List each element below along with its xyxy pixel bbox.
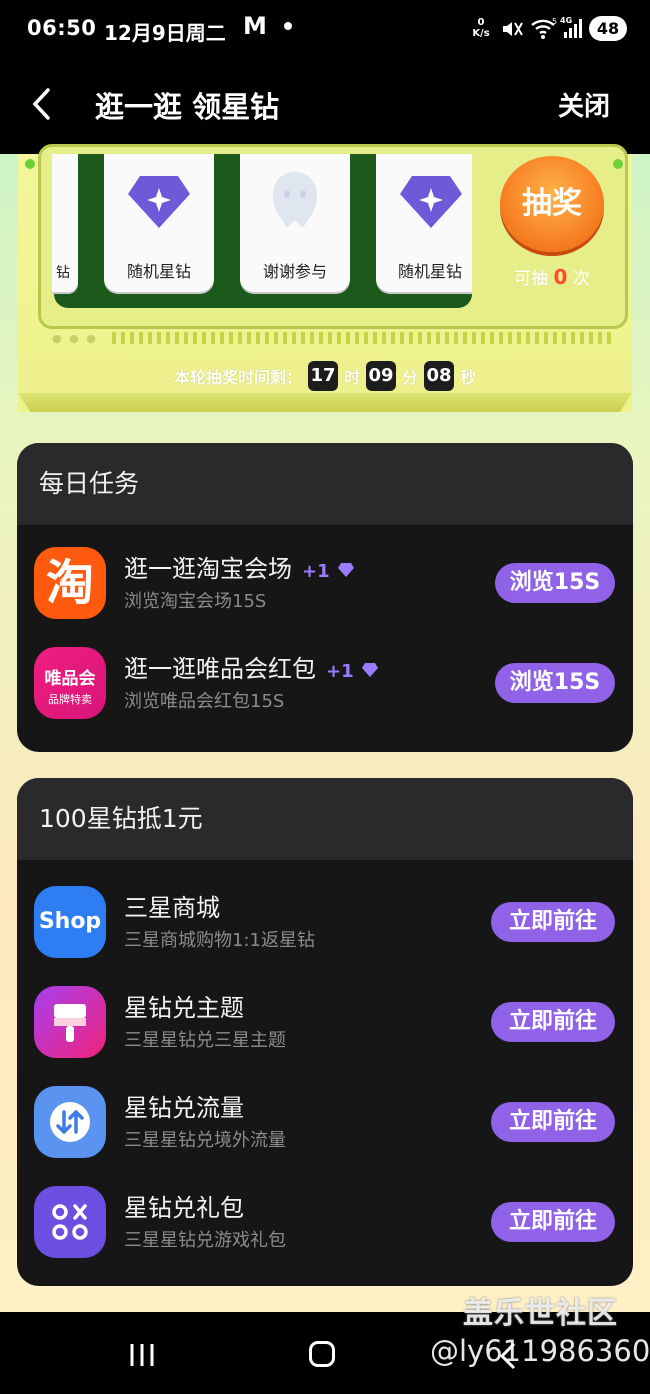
battery-indicator: 48 — [589, 16, 627, 41]
prize-label: 随机星钻 — [126, 262, 191, 281]
frame-bulb-icon — [613, 159, 623, 169]
redeem-title: 星钻兑礼包 — [124, 1194, 244, 1222]
task-subtitle: 浏览淘宝会场15S — [124, 591, 267, 612]
go-button[interactable]: 立即前往 — [491, 902, 615, 942]
timer-seconds: 08 — [424, 361, 455, 391]
prize-card-partial: 钻 — [52, 154, 78, 292]
redeem-title: 星钻兑流量 — [124, 1094, 244, 1122]
task-row: 淘 逛一逛淘宝会场 +1 浏览淘宝会场15S 浏览15S — [17, 535, 633, 635]
machine-base — [18, 393, 632, 412]
close-button[interactable]: 关闭 — [558, 86, 610, 123]
status-date: 12月9日周二 — [104, 21, 226, 45]
recent-apps-icon[interactable] — [128, 1342, 156, 1368]
decor-stripes — [112, 332, 612, 344]
notification-app-icon: M — [243, 12, 267, 40]
svg-text:4G: 4G — [560, 16, 572, 25]
vipshop-icon: 唯品会 品牌特卖 — [34, 647, 106, 719]
prize-label: 谢谢参与 — [262, 262, 327, 281]
redeem-card: 100星钻抵1元 Shop 三星商城 三星商城购物1:1返星钻 立即前往 星钻兑… — [17, 778, 633, 1286]
go-button[interactable]: 立即前往 — [491, 1102, 615, 1142]
game-pack-icon — [34, 1186, 106, 1258]
svg-text:5: 5 — [552, 17, 557, 26]
prize-card: 随机星钻 — [376, 154, 472, 292]
prize-label: 随机星钻 — [398, 262, 463, 281]
redeem-subtitle: 三星星钻兑三星主题 — [124, 1030, 286, 1051]
samsung-shop-icon: Shop — [34, 886, 106, 958]
app-bar: 逛一逛 领星钻 关闭 — [0, 62, 650, 154]
task-title: 逛一逛唯品会红包 +1 — [124, 649, 379, 684]
timer-hours: 17 — [307, 361, 338, 391]
watermark-user: @ly611986360 — [430, 1334, 650, 1368]
frame-bulb-icon — [25, 159, 35, 169]
countdown-timer: 本轮抽奖时间剩： 17 时 09 分 08 秒 — [18, 359, 632, 393]
diamond-icon — [400, 176, 462, 228]
task-row: 唯品会 品牌特卖 逛一逛唯品会红包 +1 浏览唯品会红包15S 浏览15S — [17, 635, 633, 735]
decor-bulbs: ● ● ● — [52, 332, 98, 345]
prize-card: 随机星钻 — [104, 154, 214, 292]
redeem-subtitle: 三星商城购物1:1返星钻 — [124, 930, 315, 951]
daily-tasks-card: 每日任务 淘 逛一逛淘宝会场 +1 浏览淘宝会场15S 浏览15S 唯品会 品牌特… — [17, 443, 633, 752]
redeem-row: 星钻兑流量 三星星钻兑境外流量 立即前往 — [17, 1074, 633, 1174]
card-title: 100星钻抵1元 — [17, 778, 633, 860]
browse-button[interactable]: 浏览15S — [495, 563, 615, 603]
redeem-title: 星钻兑主题 — [124, 994, 244, 1022]
back-arrow-icon[interactable] — [30, 86, 54, 122]
mute-icon — [503, 22, 523, 36]
redeem-title: 三星商城 — [124, 894, 220, 922]
wifi-icon: 5 — [531, 17, 557, 39]
redeem-subtitle: 三星星钻兑游戏礼包 — [124, 1230, 286, 1251]
card-title: 每日任务 — [17, 443, 633, 525]
redeem-row: 星钻兑礼包 三星星钻兑游戏礼包 立即前往 — [17, 1174, 633, 1274]
lottery-machine: 钻 随机星钻 谢谢参与 随机星钻 抽奖 可抽 0 次 ● ● ● 本轮抽奖时间剩… — [18, 144, 632, 412]
redeem-subtitle: 三星星钻兑境外流量 — [124, 1130, 286, 1151]
timer-minutes: 09 — [366, 361, 396, 391]
status-time: 06:50 — [27, 16, 97, 40]
task-subtitle: 浏览唯品会红包15S — [124, 691, 285, 712]
task-title: 逛一逛淘宝会场 +1 — [124, 549, 355, 584]
thanks-ghost-icon — [273, 172, 317, 228]
taobao-icon: 淘 — [34, 547, 106, 619]
draw-button[interactable]: 抽奖 — [500, 156, 604, 252]
page-title: 逛一逛 领星钻 — [95, 90, 280, 124]
prize-reel: 钻 随机星钻 谢谢参与 随机星钻 — [52, 154, 472, 308]
diamond-icon — [128, 176, 190, 228]
diamond-icon — [362, 663, 379, 677]
watermark-site: 盖乐世社区 — [463, 1296, 618, 1331]
theme-brush-icon — [34, 986, 106, 1058]
redeem-row: 星钻兑主题 三星星钻兑三星主题 立即前往 — [17, 974, 633, 1074]
diamond-icon — [338, 563, 355, 577]
prize-card: 谢谢参与 — [240, 154, 350, 292]
go-button[interactable]: 立即前往 — [491, 1202, 615, 1242]
go-button[interactable]: 立即前往 — [491, 1002, 615, 1042]
page: 06:50 12月9日周二 M 0 K/s 5 4G 48 逛一逛 领星钻 关闭 … — [0, 0, 650, 1394]
home-icon[interactable] — [309, 1341, 335, 1367]
cellular-signal-icon: 4G — [560, 16, 582, 38]
redeem-row: Shop 三星商城 三星商城购物1:1返星钻 立即前往 — [17, 874, 633, 974]
net-speed: 0 K/s — [472, 17, 490, 39]
notification-dot-icon — [284, 22, 292, 30]
data-exchange-icon — [34, 1086, 106, 1158]
status-bar: 06:50 12月9日周二 M 0 K/s 5 4G 48 — [0, 0, 650, 62]
draw-count: 可抽 0 次 — [514, 265, 590, 289]
browse-button[interactable]: 浏览15S — [495, 663, 615, 703]
timer-label: 本轮抽奖时间剩： — [173, 368, 302, 387]
